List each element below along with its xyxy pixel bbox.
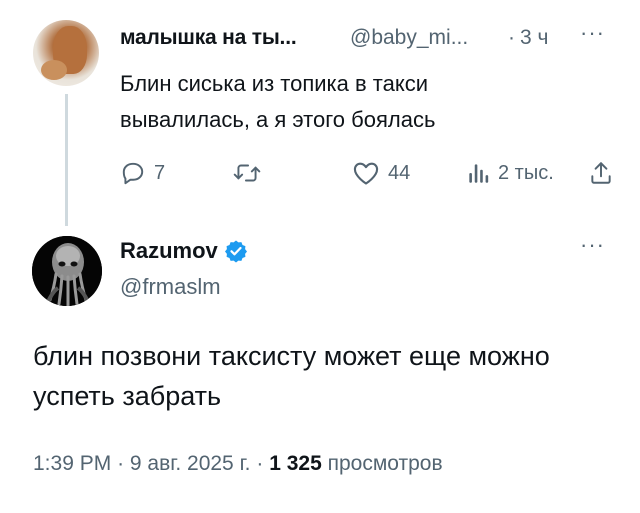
views-label: просмотров xyxy=(327,452,443,475)
display-name-text: Razumov xyxy=(120,238,218,263)
tweet-time-main[interactable]: 1:39 PM xyxy=(33,452,111,475)
meta-separator: · xyxy=(256,452,264,475)
tweet-date[interactable]: 9 авг. 2025 г. xyxy=(130,452,251,475)
display-name-main[interactable]: Razumov xyxy=(120,238,248,264)
reply-icon xyxy=(122,162,144,185)
share-icon xyxy=(591,162,611,184)
retweet-button[interactable] xyxy=(232,158,262,188)
like-button[interactable]: 44 xyxy=(352,158,410,188)
avatar-baby[interactable] xyxy=(33,20,99,86)
share-button[interactable] xyxy=(588,158,614,188)
views-icon xyxy=(469,164,489,183)
verified-badge-icon xyxy=(224,240,247,263)
avatar-razumov[interactable] xyxy=(32,236,102,306)
tweet-time[interactable]: 3 ч xyxy=(520,26,548,50)
thread-line xyxy=(65,94,68,226)
user-handle-main[interactable]: @frmaslm xyxy=(120,274,221,300)
tweet-text-main: блин позвони таксисту может еще можно ус… xyxy=(33,341,550,411)
tweet-text: Блин сиська из топика в такси вывалилась… xyxy=(120,71,436,132)
more-options-button[interactable]: ··· xyxy=(580,20,605,46)
reply-button[interactable]: 7 xyxy=(120,158,165,188)
views-count: 2 тыс. xyxy=(498,161,554,184)
like-count: 44 xyxy=(388,161,411,184)
retweet-icon xyxy=(233,164,261,182)
tweet-meta: 1:39 PM · 9 авг. 2025 г. · 1 325 просмот… xyxy=(33,452,443,476)
reply-count: 7 xyxy=(154,161,166,184)
user-handle[interactable]: @baby_mi... xyxy=(350,26,468,50)
display-name[interactable]: малышка на ты... xyxy=(120,26,297,50)
meta-separator: · xyxy=(117,452,125,475)
views-button[interactable]: 2 тыс. xyxy=(466,158,554,188)
more-options-button-main[interactable]: ··· xyxy=(580,232,605,258)
alien-portrait-icon xyxy=(32,236,102,306)
views-count-main: 1 325 xyxy=(269,452,322,475)
avatar-cat xyxy=(41,60,67,80)
separator-dot: · xyxy=(508,26,515,49)
like-icon xyxy=(353,162,379,185)
